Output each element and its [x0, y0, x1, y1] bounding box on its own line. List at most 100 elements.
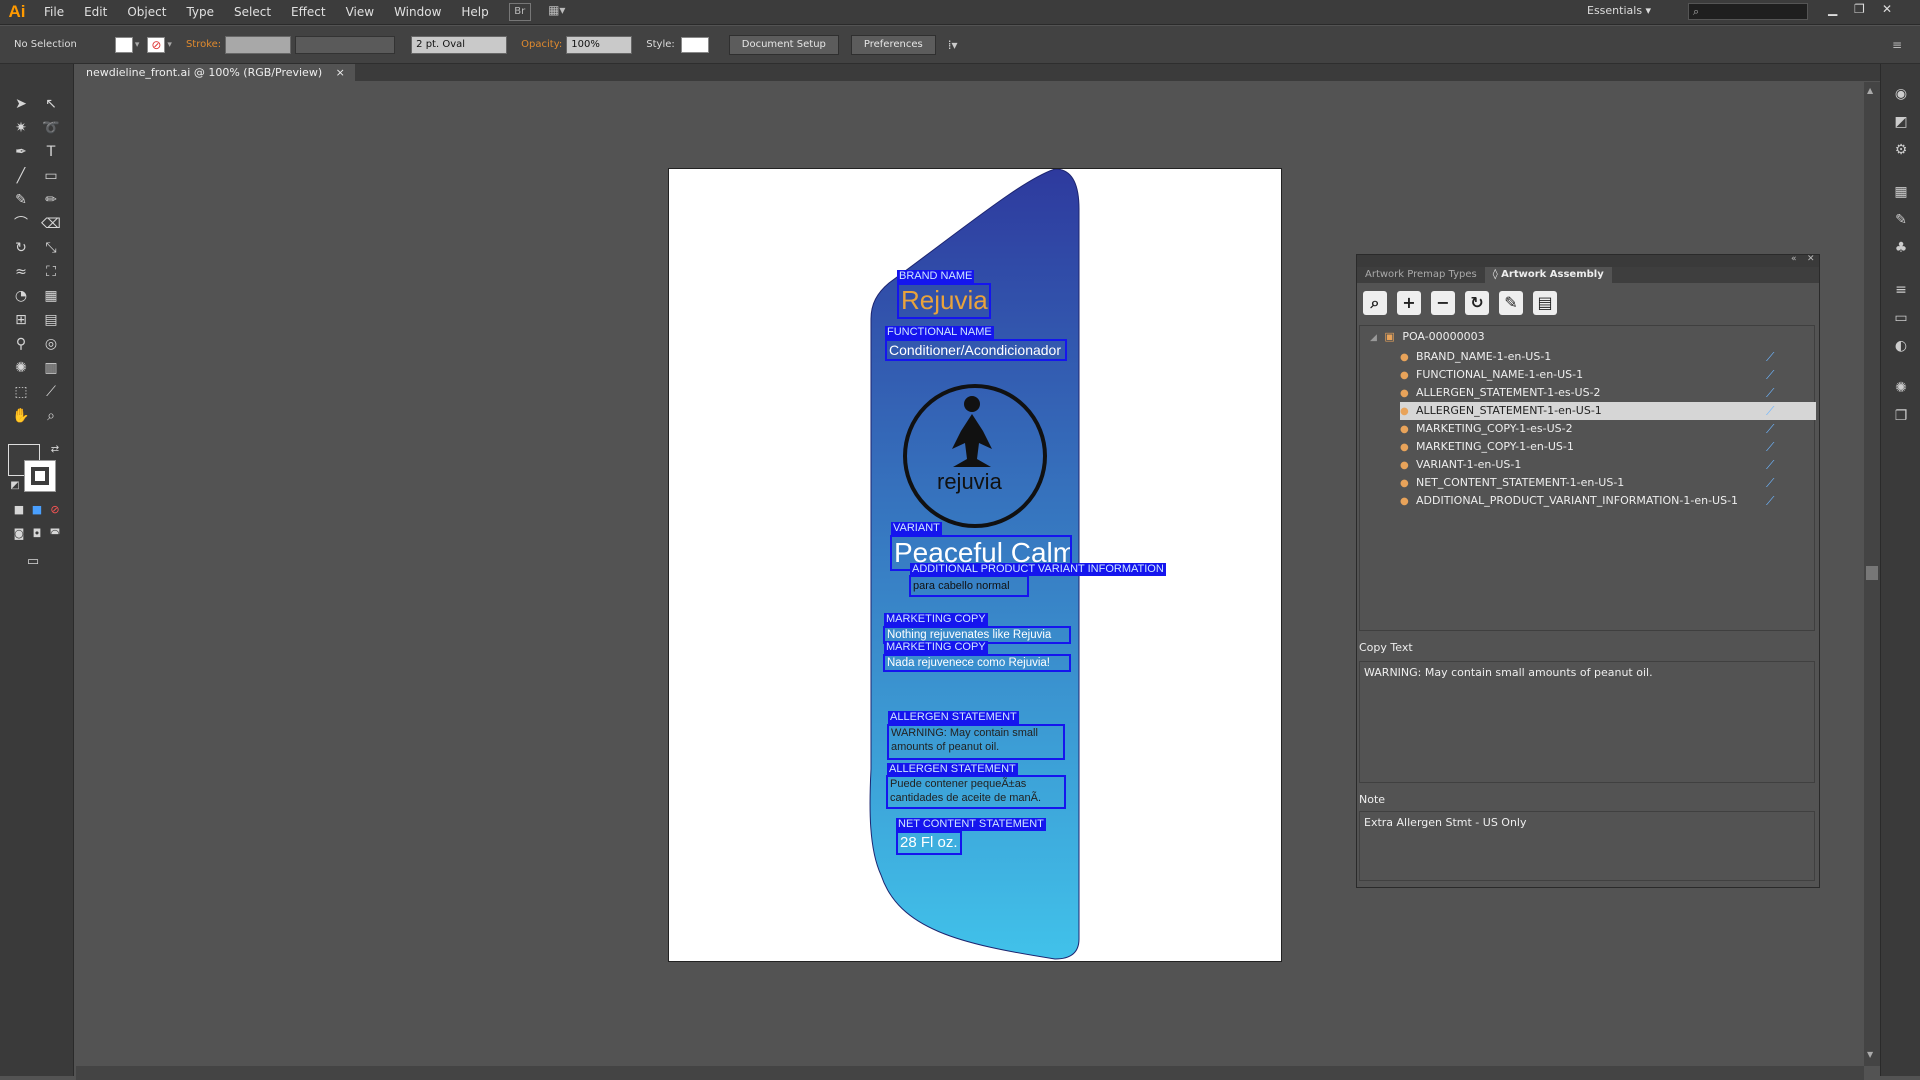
fill-swatch[interactable] — [114, 36, 133, 53]
link-icon[interactable]: ⟋ — [1766, 384, 1774, 402]
minimize-icon[interactable]: ▁ — [1828, 2, 1837, 16]
tree-item[interactable]: ● MARKETING_COPY-1-es-US-2 ⟋ — [1400, 420, 1816, 438]
tree-item[interactable]: ● ALLERGEN_STATEMENT-1-es-US-2 ⟋ — [1400, 384, 1816, 402]
stroke-dropdown-icon[interactable]: ▾ — [167, 40, 172, 50]
blob-brush-tool-icon[interactable]: ⌒ — [10, 214, 32, 234]
edit-icon[interactable]: ✎ — [1499, 291, 1523, 315]
brushes-icon[interactable]: ✎ — [1891, 212, 1911, 232]
refresh-icon[interactable]: ↻ — [1465, 291, 1489, 315]
eyedropper-tool-icon[interactable]: ⚲ — [10, 334, 32, 354]
link-icon[interactable]: ⟋ — [1766, 420, 1774, 438]
tree-item[interactable]: ● FUNCTIONAL_NAME-1-en-US-1 ⟋ — [1400, 366, 1816, 384]
link-icon[interactable]: ⟋ — [1766, 348, 1774, 366]
tree-root[interactable]: ◢ ▣ POA-00000003 — [1370, 330, 1485, 343]
functional-name-frame[interactable]: Conditioner/Acondicionador — [885, 339, 1067, 361]
stroke-panel-icon[interactable]: ≡ — [1891, 282, 1911, 302]
mesh-tool-icon[interactable]: ⊞ — [10, 310, 32, 330]
eraser-tool-icon[interactable]: ⌫ — [40, 214, 62, 234]
panel-menu-icon[interactable]: ≡ — [1892, 38, 1902, 52]
restore-icon[interactable]: ❐ — [1854, 2, 1865, 16]
expand-icon[interactable]: ◢ — [1370, 333, 1377, 343]
column-graph-tool-icon[interactable]: ▥ — [40, 358, 62, 378]
blend-tool-icon[interactable]: ◎ — [40, 334, 62, 354]
document-setup-button[interactable]: Document Setup — [728, 34, 839, 55]
link-icon[interactable]: ⟋ — [1766, 492, 1774, 510]
vertical-scrollbar[interactable]: ▲ ▼ — [1864, 82, 1880, 1066]
color-guide-icon[interactable]: ◩ — [1891, 114, 1911, 134]
color-panel-icon[interactable]: ◉ — [1891, 86, 1911, 106]
link-icon[interactable]: ⟋ — [1766, 456, 1774, 474]
shape-builder-tool-icon[interactable]: ◔ — [10, 286, 32, 306]
swap-colors-icon[interactable]: ⇄ — [44, 440, 66, 460]
opacity-field[interactable]: 100% — [566, 35, 633, 54]
libraries-icon[interactable]: ⚙ — [1891, 142, 1911, 162]
allergen-statement-frame-1[interactable]: WARNING: May contain small amounts of pe… — [887, 724, 1065, 760]
selection-tool-icon[interactable]: ➤ — [10, 94, 32, 114]
add-icon[interactable]: + — [1397, 291, 1421, 315]
stroke-color-swatch[interactable] — [24, 460, 56, 492]
scale-tool-icon[interactable]: ⤡ — [40, 238, 62, 258]
search-icon[interactable]: ⌕ — [1363, 291, 1387, 315]
draw-inside-icon[interactable]: ◚ — [44, 524, 66, 544]
tree-item[interactable]: ● ADDITIONAL_PRODUCT_VARIANT_INFORMATION-… — [1400, 492, 1816, 510]
pencil-tool-icon[interactable]: ✏ — [40, 190, 62, 210]
marketing-copy-frame-2[interactable]: Nada rejuvenece como Rejuvia! — [883, 654, 1071, 672]
variable-width-dropdown[interactable] — [295, 35, 396, 54]
align-options-icon[interactable]: ⁞▾ — [948, 38, 958, 52]
scroll-thumb[interactable] — [1866, 566, 1878, 580]
link-icon[interactable]: ⟋ — [1766, 474, 1774, 492]
layers-icon[interactable]: ❐ — [1891, 408, 1911, 428]
link-icon[interactable]: ⟋ — [1766, 366, 1774, 384]
fill-dropdown-icon[interactable]: ▾ — [135, 40, 140, 50]
menu-help[interactable]: Help — [451, 0, 498, 25]
remove-icon[interactable]: − — [1431, 291, 1455, 315]
workspace-switcher[interactable]: Essentials ▾ — [1587, 4, 1651, 17]
link-icon[interactable]: ⟋ — [1766, 438, 1774, 456]
none-mode-icon[interactable]: ⊘ — [44, 500, 66, 520]
menu-type[interactable]: Type — [176, 0, 224, 25]
swatches-icon[interactable]: ▦ — [1891, 184, 1911, 204]
stroke-weight-field[interactable] — [225, 35, 292, 54]
hand-tool-icon[interactable]: ✋ — [10, 406, 32, 426]
close-panel-icon[interactable]: ✕ — [1807, 254, 1815, 264]
scroll-up-icon[interactable]: ▲ — [1867, 86, 1873, 95]
net-content-frame[interactable]: 28 Fl oz. — [896, 831, 962, 855]
link-icon[interactable]: ⟋ — [1766, 402, 1774, 420]
brush-dropdown[interactable]: 2 pt. Oval — [411, 35, 508, 54]
search-input[interactable]: ⌕ — [1688, 3, 1808, 20]
menu-select[interactable]: Select — [224, 0, 281, 25]
type-tool-icon[interactable]: T — [40, 142, 62, 162]
menu-view[interactable]: View — [336, 0, 384, 25]
menu-object[interactable]: Object — [117, 0, 176, 25]
pen-tool-icon[interactable]: ✒ — [10, 142, 32, 162]
symbol-sprayer-tool-icon[interactable]: ✺ — [10, 358, 32, 378]
tab-artwork-assembly[interactable]: ◊ Artwork Assembly — [1484, 267, 1612, 283]
stroke-swatch[interactable]: ⊘ — [147, 36, 166, 53]
close-icon[interactable]: ✕ — [1882, 2, 1892, 16]
horizontal-scrollbar[interactable] — [76, 1066, 1864, 1080]
menu-effect[interactable]: Effect — [281, 0, 336, 25]
magic-wand-tool-icon[interactable]: ✷ — [10, 118, 32, 138]
copy-text-field[interactable]: WARNING: May contain small amounts of pe… — [1359, 661, 1815, 783]
tree-item[interactable]: ● MARKETING_COPY-1-en-US-1 ⟋ — [1400, 438, 1816, 456]
artboard[interactable]: BRAND NAME Rejuvia FUNCTIONAL NAME Condi… — [668, 168, 1282, 962]
collapse-panel-icon[interactable]: « — [1791, 254, 1797, 264]
tree-item[interactable]: ● VARIANT-1-en-US-1 ⟋ — [1400, 456, 1816, 474]
transparency-icon[interactable]: ◐ — [1891, 338, 1911, 358]
style-swatch[interactable] — [680, 36, 709, 53]
bridge-button[interactable]: Br — [508, 3, 531, 21]
allergen-statement-frame-2[interactable]: Puede contener pequeÃ±as cantidades de a… — [886, 775, 1066, 809]
gradient-tool-icon[interactable]: ▤ — [40, 310, 62, 330]
tree-item-selected[interactable]: ● ALLERGEN_STATEMENT-1-en-US-1 ⟋ — [1400, 402, 1816, 420]
paintbrush-tool-icon[interactable]: ✎ — [10, 190, 32, 210]
free-transform-tool-icon[interactable]: ⛶ — [40, 262, 62, 282]
symbols-icon[interactable]: ♣ — [1891, 240, 1911, 260]
close-tab-icon[interactable]: × — [336, 66, 345, 79]
menu-window[interactable]: Window — [384, 0, 451, 25]
tree-item[interactable]: ● NET_CONTENT_STATEMENT-1-en-US-1 ⟋ — [1400, 474, 1816, 492]
additional-variant-info-frame[interactable]: para cabello normal — [909, 575, 1029, 597]
menu-edit[interactable]: Edit — [74, 0, 117, 25]
tab-artwork-premap-types[interactable]: Artwork Premap Types — [1357, 267, 1485, 283]
screen-mode-icon[interactable]: ▭ — [22, 552, 44, 572]
clipboard-icon[interactable]: ▤ — [1533, 291, 1557, 315]
